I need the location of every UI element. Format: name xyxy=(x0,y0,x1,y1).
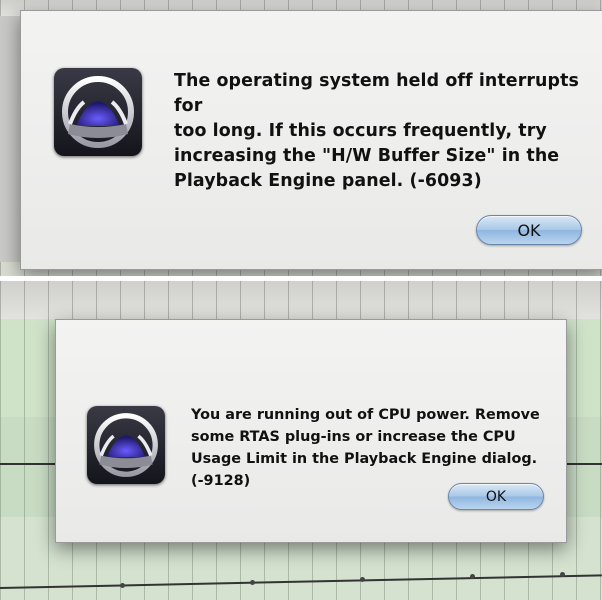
ok-button[interactable]: OK xyxy=(448,483,544,510)
ok-button[interactable]: OK xyxy=(476,215,582,245)
automation-line xyxy=(565,463,602,465)
automation-point xyxy=(250,580,255,585)
automation-point xyxy=(470,574,475,579)
screenshot-bottom: You are running out of CPU power. Remove… xyxy=(0,281,602,600)
app-logo-icon xyxy=(54,68,142,156)
alert-message: You are running out of CPU power. Remove… xyxy=(191,407,540,489)
automation-point xyxy=(560,572,565,577)
app-logo-icon xyxy=(87,406,165,484)
automation-point xyxy=(360,577,365,582)
automation-point xyxy=(120,583,125,588)
alert-dialog-interrupts: The operating system held off interrupts… xyxy=(20,10,602,270)
screenshot-top: The operating system held off interrupts… xyxy=(0,0,602,278)
automation-line xyxy=(0,463,55,465)
background-timeline xyxy=(0,281,602,319)
alert-message: The operating system held off interrupts… xyxy=(174,71,579,191)
alert-dialog-cpu: You are running out of CPU power. Remove… xyxy=(55,319,567,543)
